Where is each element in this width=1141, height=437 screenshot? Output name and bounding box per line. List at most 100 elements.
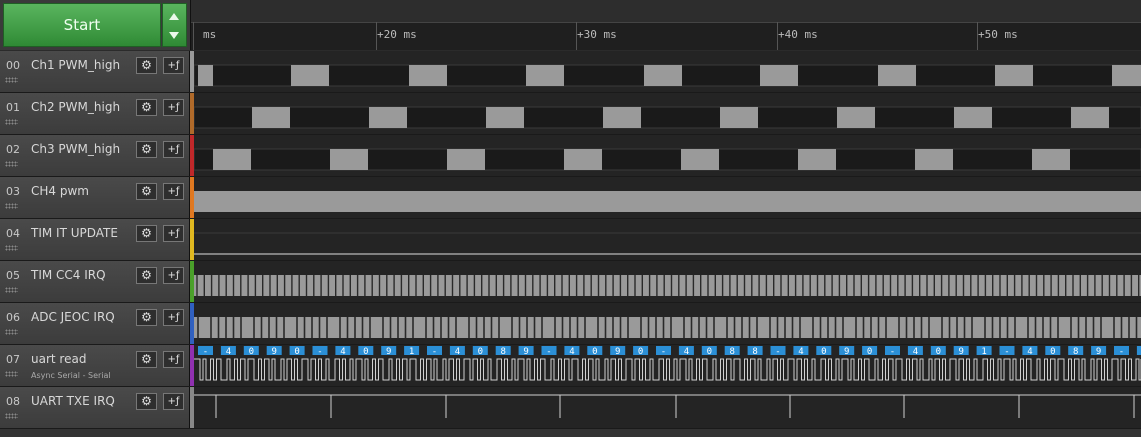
channel-name[interactable]: TIM CC4 IRQ [31,268,106,282]
channel-label-panel[interactable]: 03 CH4 pwm ⚙ +ƒ [0,177,190,218]
channel-index: 01 [6,101,20,114]
decoded-char: 4 [684,347,689,357]
channel-name[interactable]: CH4 pwm [31,184,89,198]
drag-handle-icon[interactable] [5,119,18,125]
start-options-stepper[interactable] [162,3,187,47]
drag-handle-icon[interactable] [5,329,18,335]
channel-name[interactable]: UART TXE IRQ [31,394,115,408]
waveform-ch4[interactable] [194,177,1141,218]
waveform-ch3[interactable] [194,135,1141,176]
channel-name[interactable]: ADC JEOC IRQ [31,310,115,324]
pulse-high [369,107,407,128]
channel-label-panel[interactable]: 02 Ch3 PWM_high ⚙ +ƒ [0,135,190,176]
channel-label-panel[interactable]: 01 Ch2 PWM_high ⚙ +ƒ [0,93,190,134]
waveform-tim-cc4-irq[interactable] [194,261,1141,302]
pulse-high [447,149,485,170]
chevron-up-icon[interactable] [169,13,179,20]
decoded-char: 4 [340,347,345,357]
channel-row: 01 Ch2 PWM_high ⚙ +ƒ [0,93,1141,135]
horizontal-scrollbar[interactable] [0,429,1141,437]
decoded-char: - [1119,347,1124,357]
decoded-char: 4 [913,347,918,357]
waveform-adc-jeoc-irq[interactable] [194,303,1141,344]
channel-name[interactable]: TIM IT UPDATE [31,226,118,240]
drag-handle-icon[interactable] [5,203,18,209]
gear-icon[interactable]: ⚙ [136,141,157,158]
gear-icon[interactable]: ⚙ [136,309,157,326]
decoded-char: 9 [271,347,276,357]
start-button[interactable]: Start [3,3,161,47]
decoded-char: - [203,347,208,357]
drag-handle-icon[interactable] [5,413,18,419]
pulse-high [330,149,368,170]
channel-row: 08 UART TXE IRQ ⚙ +ƒ [0,387,1141,429]
gear-icon[interactable]: ⚙ [136,267,157,284]
chevron-down-icon[interactable] [169,32,179,39]
channel-index: 08 [6,395,20,408]
channel-label-panel[interactable]: 07 uart read Async Serial - Serial ⚙ +ƒ [0,345,190,386]
pulse-high [837,107,875,128]
pulse-high [526,65,564,86]
gear-icon[interactable]: ⚙ [136,225,157,242]
channel-label-panel[interactable]: 05 TIM CC4 IRQ ⚙ +ƒ [0,261,190,302]
gear-icon[interactable]: ⚙ [136,99,157,116]
decoded-char: 4 [226,347,231,357]
drag-handle-icon[interactable] [5,245,18,251]
channel-name[interactable]: Ch2 PWM_high [31,100,120,114]
gear-icon[interactable]: ⚙ [136,351,157,368]
decoded-char: 8 [500,347,505,357]
drag-handle-icon[interactable] [5,161,18,167]
drag-handle-icon[interactable] [5,371,18,377]
add-analyzer-icon[interactable]: +ƒ [163,351,184,368]
add-analyzer-icon[interactable]: +ƒ [163,141,184,158]
channel-label-panel[interactable]: 08 UART TXE IRQ ⚙ +ƒ [0,387,190,428]
waveform-ch2[interactable] [194,93,1141,134]
channel-row: 03 CH4 pwm ⚙ +ƒ [0,177,1141,219]
decoded-char: 4 [1027,347,1032,357]
timeline-ruler[interactable]: ms +20 ms +30 ms +40 ms +50 ms [190,0,1141,50]
waveform-tim-it-update[interactable] [194,219,1141,260]
waveform-ch1[interactable] [194,51,1141,92]
decoded-char: 0 [592,347,597,357]
decoded-char: 4 [455,347,460,357]
decoded-char: - [1004,347,1009,357]
pulse-high [798,149,836,170]
channel-index: 07 [6,353,20,366]
waveform-uart-txe-irq[interactable] [194,387,1141,428]
add-analyzer-icon[interactable]: +ƒ [163,225,184,242]
channel-label-panel[interactable]: 00 Ch1 PWM_high ⚙ +ƒ [0,51,190,92]
ruler-overview-bar[interactable] [191,0,1141,23]
decoded-char: 8 [1073,347,1078,357]
ruler-tick-label: +40 ms [778,28,818,41]
drag-handle-icon[interactable] [5,77,18,83]
channel-name[interactable]: Ch3 PWM_high [31,142,120,156]
channel-row: 02 Ch3 PWM_high ⚙ +ƒ [0,135,1141,177]
channel-label-panel[interactable]: 04 TIM IT UPDATE ⚙ +ƒ [0,219,190,260]
pulse-high [915,149,953,170]
gear-icon[interactable]: ⚙ [136,57,157,74]
channel-name[interactable]: uart read [31,352,86,366]
ruler-tick-label: +20 ms [377,28,417,41]
add-analyzer-icon[interactable]: +ƒ [163,393,184,410]
pulse-high [198,65,213,86]
pulse-high [603,107,641,128]
decoded-char: 0 [478,347,483,357]
gear-icon[interactable]: ⚙ [136,393,157,410]
add-analyzer-icon[interactable]: +ƒ [163,57,184,74]
decoded-char: 0 [249,347,254,357]
drag-handle-icon[interactable] [5,287,18,293]
pulse-high [1071,107,1109,128]
decoded-char: 9 [844,347,849,357]
ruler-tick-label: +30 ms [577,28,617,41]
gear-icon[interactable]: ⚙ [136,183,157,200]
channel-name[interactable]: Ch1 PWM_high [31,58,120,72]
add-analyzer-icon[interactable]: +ƒ [163,267,184,284]
channel-label-panel[interactable]: 06 ADC JEOC IRQ ⚙ +ƒ [0,303,190,344]
add-analyzer-icon[interactable]: +ƒ [163,183,184,200]
add-analyzer-icon[interactable]: +ƒ [163,309,184,326]
decoded-char: 8 [729,347,734,357]
pulse-high [213,149,251,170]
decoded-char: - [661,347,666,357]
add-analyzer-icon[interactable]: +ƒ [163,99,184,116]
waveform-uart-read[interactable]: - 4 0 9 0 - 4 0 9 1 - 4 0 8 9 - 4 0 9 0 - 4 0 8 8 - 4 0 9 0 - 4 0 9 1 - 4 0 8 9… [194,345,1141,386]
